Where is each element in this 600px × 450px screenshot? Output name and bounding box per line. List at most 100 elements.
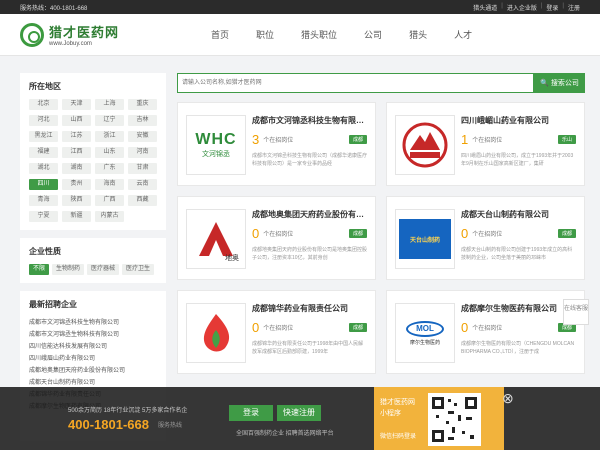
- company-name[interactable]: 成都天台山制药有限公司: [461, 209, 576, 220]
- nav-jobs[interactable]: 职位: [256, 28, 274, 41]
- region-tag[interactable]: 宁夏: [29, 211, 58, 222]
- company-name[interactable]: 成都锦华药业有限责任公司: [252, 303, 367, 314]
- company-logo[interactable]: WHC 文河锦丞: [186, 115, 246, 175]
- company-name[interactable]: 成都地奥集团天府药业股份有限公司: [252, 209, 367, 220]
- location-badge: 成都: [348, 229, 367, 238]
- nature-tags: 不限 生物制药 医疗器械 医疗卫生: [29, 264, 157, 275]
- svg-text:地奥: 地奥: [225, 253, 239, 262]
- nature-tag[interactable]: 不限: [29, 264, 50, 275]
- region-tag[interactable]: 浙江: [95, 131, 124, 142]
- region-tag[interactable]: 吉林: [128, 115, 157, 126]
- enterprise-link[interactable]: 进入企业版: [507, 3, 537, 12]
- company-logo[interactable]: [186, 303, 246, 363]
- region-tag[interactable]: 江苏: [62, 131, 91, 142]
- footer-service-label: 服务热线: [158, 423, 183, 429]
- region-tag[interactable]: 重庆: [128, 99, 157, 110]
- login-link[interactable]: 登录: [546, 3, 558, 12]
- nav-hunter-jobs[interactable]: 猎头职位: [301, 28, 337, 41]
- region-tag[interactable]: 湖南: [62, 163, 91, 174]
- register-link[interactable]: 注册: [568, 3, 580, 12]
- region-tag[interactable]: 北京: [29, 99, 58, 110]
- company-card[interactable]: WHC 文河锦丞 成都市文河锦丞科技生物有限公司 3 个在招岗位 成都 成都市文河锦丞科技生…: [177, 102, 376, 186]
- company-description: 成都天台山制药有限公司创建于1993年成立的高科技制药企业，公司坐落于美丽的邛崃…: [461, 247, 573, 261]
- job-count: 0: [461, 320, 469, 335]
- region-tag[interactable]: 上海: [95, 99, 124, 110]
- logo-label: 文河锦丞: [202, 151, 230, 158]
- top-links: 猎头通道 | 进入企业版 | 登录 | 注册: [473, 2, 580, 12]
- region-tags: 北京 天津 上海 重庆河北 山西 辽宁 吉林黑龙江 江苏 浙江 安徽福建 江西 山东 河南湖北 湖南 广东甘…: [29, 99, 157, 222]
- job-count: 0: [461, 226, 469, 241]
- company-card[interactable]: 四川峨嵋山药业有限公司 1 个在招岗位 乐山 四川峨眉山药业有限公司，成立于1993年并…: [386, 102, 585, 186]
- region-tag[interactable]: 青海: [29, 195, 58, 206]
- company-logo[interactable]: MOL 摩尔生物医药: [395, 303, 455, 363]
- region-tag[interactable]: 山西: [62, 115, 91, 126]
- region-tag[interactable]: 广东: [95, 163, 124, 174]
- region-tag[interactable]: 广西: [95, 195, 124, 206]
- logo-cn: 猎才医药网: [49, 25, 120, 40]
- region-tag[interactable]: 山东: [95, 147, 124, 158]
- company-logo[interactable]: [395, 115, 455, 175]
- company-card[interactable]: 天台山制药 成都天台山制药有限公司 0 个在招岗位 成都 成都天台山制药有限公司创建于19…: [386, 196, 585, 280]
- region-tag[interactable]: 黑龙江: [29, 131, 58, 142]
- company-card[interactable]: 成都锦华药业有限责任公司 0 个在招岗位 成都 成都锦华药业有限责任公司于1998年由中…: [177, 290, 376, 374]
- hunter-channel-link[interactable]: 猎头通道: [473, 3, 497, 12]
- recent-company-link[interactable]: 四川信能达科技发展有限公司: [29, 341, 157, 353]
- location-badge: 成都: [557, 229, 576, 238]
- qr-code-icon: [428, 393, 481, 446]
- search-button[interactable]: 🔍 搜索公司: [534, 73, 585, 93]
- location-badge: 成都: [348, 135, 367, 144]
- company-logo[interactable]: 天台山制药: [395, 209, 455, 269]
- nav-talent[interactable]: 人才: [454, 28, 472, 41]
- recent-title: 最新招聘企业: [29, 300, 77, 309]
- site-logo[interactable]: 猎才医药网 www.Jobuy.com: [20, 22, 180, 47]
- region-tag[interactable]: 天津: [62, 99, 91, 110]
- footer-login-button[interactable]: 登录: [229, 405, 273, 421]
- nature-tag[interactable]: 医疗器械: [87, 264, 120, 275]
- company-name[interactable]: 成都市文河锦丞科技生物有限公司: [252, 115, 367, 126]
- nature-panel: 企业性质 不限 生物制药 医疗器械 医疗卫生: [20, 238, 166, 283]
- recent-company-link[interactable]: 四川峨眉山药业有限公司: [29, 353, 157, 365]
- location-badge: 乐山: [557, 135, 576, 144]
- job-count-label: 个在招岗位: [472, 138, 503, 144]
- company-name[interactable]: 成都摩尔生物医药有限公司: [461, 303, 576, 314]
- footer-tagline: 500余万简历 18年行业沉淀 5万多家合作名企: [68, 408, 188, 414]
- nature-tag[interactable]: 医疗卫生: [122, 264, 155, 275]
- region-tag[interactable]: 安徽: [128, 131, 157, 142]
- nav-hunter[interactable]: 猎头: [409, 28, 427, 41]
- company-description: 成都市文河锦丞科技生物有限公司（成都华诺康医疗科技有限公司）是一家专业事药品经: [252, 153, 367, 167]
- nav-company[interactable]: 公司: [364, 28, 382, 41]
- region-tag[interactable]: 湖北: [29, 163, 58, 174]
- company-card[interactable]: MOL 摩尔生物医药 成都摩尔生物医药有限公司 0 个在招岗位 成都 成都摩尔生物医药有限公…: [386, 290, 585, 374]
- region-tag[interactable]: 云南: [128, 179, 157, 190]
- region-tag[interactable]: 内蒙古: [95, 211, 124, 222]
- nav-home[interactable]: 首页: [211, 28, 229, 41]
- region-tag[interactable]: 甘肃: [128, 163, 157, 174]
- company-card[interactable]: 地奥 成都地奥集团天府药业股份有限公司 0个在招岗位 成都成都地奥集团天府药业股份有限…: [177, 196, 376, 280]
- recent-company-link[interactable]: 成都地奥集团天府药业股份有限公司: [29, 365, 157, 377]
- logo-icon: [20, 22, 44, 47]
- search-input[interactable]: [177, 73, 534, 93]
- company-name[interactable]: 四川峨嵋山药业有限公司: [461, 115, 576, 126]
- region-tag[interactable]: 河南: [128, 147, 157, 158]
- footer-slogan: 全国百强制药企业 招聘首选网络平台: [236, 431, 334, 437]
- main-nav: 首页 职位 猎头职位 公司 猎头 人才: [211, 28, 472, 41]
- region-tag[interactable]: 陕西: [62, 195, 91, 206]
- region-tag[interactable]: 海南: [95, 179, 124, 190]
- recent-company-link[interactable]: 成都市文河锦丞科技生物有限公司: [29, 317, 157, 329]
- region-tag[interactable]: 新疆: [62, 211, 91, 222]
- region-tag[interactable]: 江西: [62, 147, 91, 158]
- promo-scan-text: 微信扫码登录: [380, 434, 417, 440]
- region-tag[interactable]: 西藏: [128, 195, 157, 206]
- company-logo[interactable]: 地奥: [186, 209, 246, 269]
- region-tag[interactable]: 贵州: [62, 179, 91, 190]
- region-tag[interactable]: 河北: [29, 115, 58, 126]
- footer-register-button[interactable]: 快速注册: [277, 405, 321, 421]
- online-service-button[interactable]: 在线客服: [563, 299, 589, 325]
- region-tag[interactable]: 辽宁: [95, 115, 124, 126]
- logo-en: www.Jobuy.com: [49, 41, 92, 47]
- region-tag[interactable]: 福建: [29, 147, 58, 158]
- recent-company-link[interactable]: 成都市文河锦丞生物科技有限公司: [29, 329, 157, 341]
- close-icon[interactable]: ⊗: [502, 390, 514, 407]
- region-tag[interactable]: 四川: [29, 179, 58, 190]
- nature-tag[interactable]: 生物制药: [52, 264, 85, 275]
